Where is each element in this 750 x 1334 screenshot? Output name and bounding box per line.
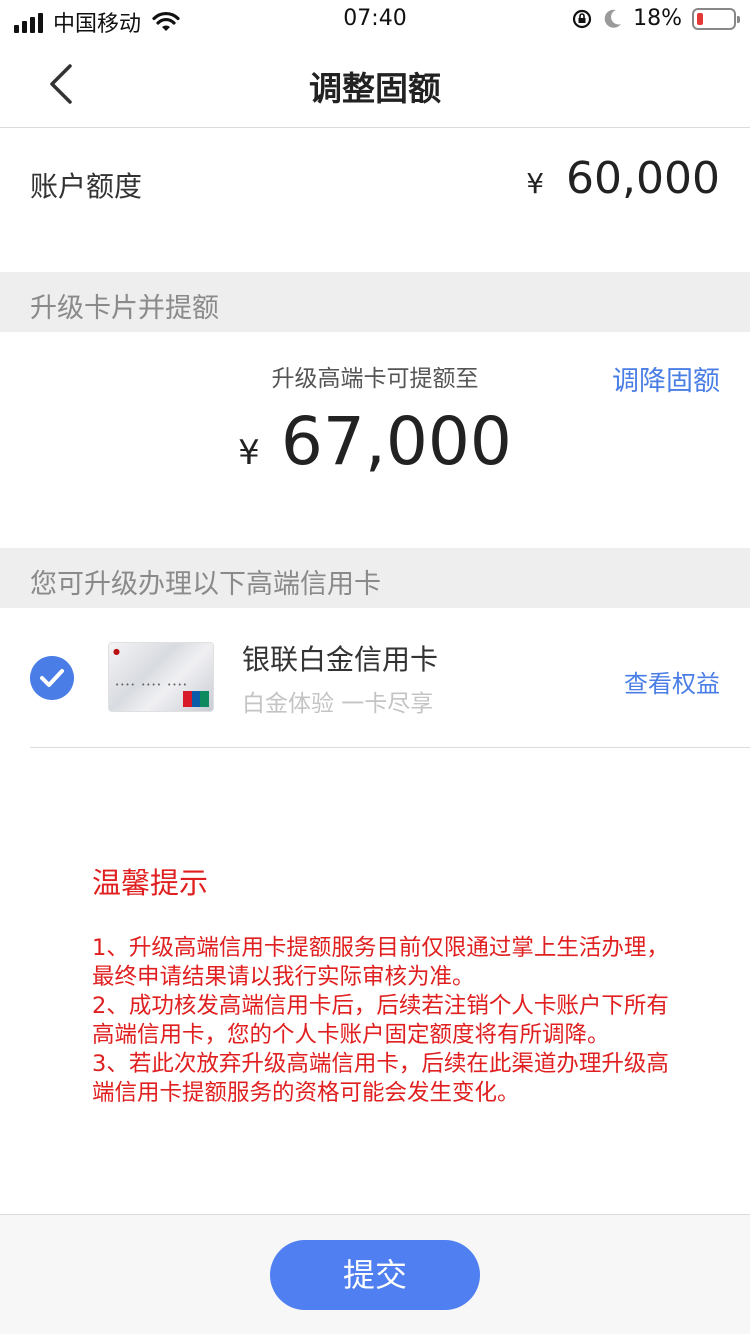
- battery-icon: [692, 7, 740, 30]
- currency-symbol: ¥: [526, 167, 545, 200]
- card-number-graphic: •••• •••• ••••: [115, 681, 189, 689]
- upgrade-section-header: 升级卡片并提额: [0, 272, 750, 332]
- view-benefits-link[interactable]: 查看权益: [624, 664, 720, 699]
- unionpay-logo-icon: [183, 691, 210, 707]
- status-bar: 中国移动 07:40 18%: [0, 0, 750, 40]
- cards-section-title: 您可升级办理以下高端信用卡: [30, 569, 381, 600]
- tip-item: 2、成功核发高端信用卡后，后续若注销个人卡账户下所有高端信用卡，您的个人卡账户固…: [92, 993, 669, 1048]
- card-subtitle: 白金体验 一卡尽享: [242, 691, 434, 717]
- tip-item: 1、升级高端信用卡提额服务目前仅限通过掌上生活办理，最终申请结果请以我行实际审核…: [92, 935, 669, 990]
- bank-logo-icon: ●: [113, 647, 120, 656]
- tips-title: 温馨提示: [92, 866, 209, 900]
- card-option[interactable]: ● •••• •••• •••• 银联白金信用卡 白金体验 一卡尽享 查看权益: [30, 608, 750, 748]
- moon-icon: [604, 9, 622, 28]
- account-quota-amount: 60,000: [566, 153, 720, 204]
- tip-item: 3、若此次放弃升级高端信用卡，后续在此渠道办理升级高端信用卡提额服务的资格可能会…: [92, 1051, 669, 1106]
- status-right: 18%: [571, 6, 740, 31]
- upgrade-amount: ¥ 67,000: [0, 403, 750, 480]
- account-quota-value: ¥ 60,000: [526, 153, 720, 204]
- battery-percent: 18%: [633, 6, 682, 31]
- nav-bar: 调整固额: [0, 40, 750, 128]
- upgrade-block: 升级高端卡可提额至 调降固额 ¥ 67,000: [0, 333, 750, 548]
- credit-card-image: ● •••• •••• ••••: [108, 642, 214, 712]
- upgrade-section-title: 升级卡片并提额: [30, 293, 219, 324]
- rotation-lock-icon: [572, 9, 592, 28]
- page-title: 调整固额: [309, 69, 441, 108]
- currency-symbol: ¥: [238, 433, 260, 473]
- upgrade-amount-value: 67,000: [280, 403, 512, 480]
- card-name: 银联白金信用卡: [242, 643, 439, 676]
- tips-section: 温馨提示 1、升级高端信用卡提额服务目前仅限通过掌上生活办理，最终申请结果请以我…: [92, 860, 672, 1108]
- account-quota-row: 账户额度 ¥ 60,000: [0, 129, 750, 272]
- footer-bar: 提交: [0, 1214, 750, 1334]
- submit-button[interactable]: 提交: [270, 1240, 480, 1310]
- tips-body: 1、升级高端信用卡提额服务目前仅限通过掌上生活办理，最终申请结果请以我行实际审核…: [92, 934, 672, 1108]
- battery-level: [697, 12, 703, 25]
- account-quota-label: 账户额度: [30, 170, 143, 203]
- lower-quota-link[interactable]: 调降固额: [612, 359, 720, 398]
- cards-section-header: 您可升级办理以下高端信用卡: [0, 548, 750, 608]
- checkmark-circle-icon[interactable]: [30, 656, 74, 700]
